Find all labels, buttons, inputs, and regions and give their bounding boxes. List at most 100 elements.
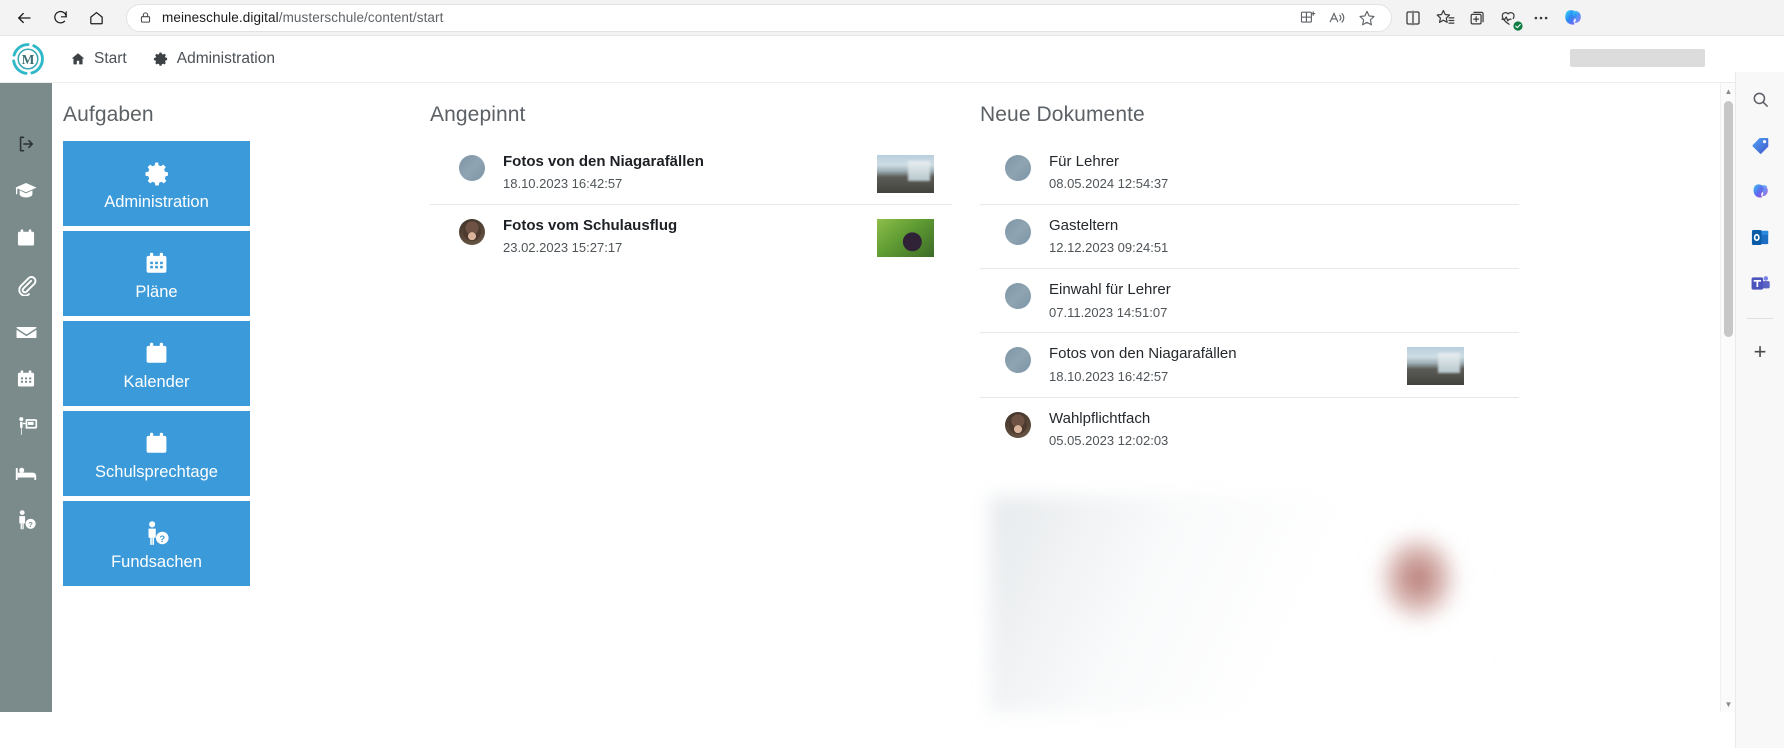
teacher-board-icon[interactable] <box>11 411 41 441</box>
search-icon[interactable] <box>1745 84 1775 114</box>
copilot-icon[interactable] <box>1745 176 1775 206</box>
page-viewport: M Start Administration ? Aufgaben Admini… <box>0 36 1784 748</box>
sidebar-divider <box>1747 318 1773 319</box>
list-item[interactable]: Fotos von den Niagarafällen 18.10.2023 1… <box>980 333 1519 398</box>
list-item-main: Fotos von den Niagarafällen 18.10.2023 1… <box>1049 343 1407 385</box>
list-item-timestamp: 08.05.2024 12:54:37 <box>1049 176 1169 192</box>
home-icon <box>71 53 85 65</box>
copilot-glyph-icon <box>1565 9 1581 25</box>
task-button-plaene-label: Pläne <box>135 282 178 301</box>
split-window-icon[interactable] <box>1398 3 1428 33</box>
list-item-main: Einwahl für Lehrer 07.11.2023 14:51:07 <box>1049 279 1519 321</box>
list-item-timestamp: 12.12.2023 09:24:51 <box>1049 240 1169 256</box>
person-question-icon[interactable]: ? <box>11 505 41 535</box>
avatar <box>1005 219 1031 246</box>
thumbnail-image <box>877 219 934 258</box>
list-item-main: Fotos vom Schulausflug 23.02.2023 15:27:… <box>503 215 877 257</box>
task-button-fundsachen[interactable]: ? Fundsachen <box>63 501 250 586</box>
read-aloud-icon[interactable] <box>1323 4 1351 32</box>
favorite-star-icon[interactable] <box>1353 4 1381 32</box>
calendar-days-icon <box>143 247 170 281</box>
outlook-icon[interactable] <box>1745 222 1775 252</box>
list-item[interactable]: Wahlpflichtfach 05.05.2023 12:02:03 <box>980 398 1519 461</box>
task-button-kalender[interactable]: Kalender <box>63 321 250 406</box>
task-button-administration[interactable]: Administration <box>63 141 250 226</box>
list-item-timestamp: 07.11.2023 14:51:07 <box>1049 304 1168 320</box>
url-text: meineschule.digital/musterschule/content… <box>162 10 444 25</box>
documents-list: Für Lehrer 08.05.2024 12:54:37 Gastelter… <box>980 141 1519 461</box>
scrollbar-thumb[interactable] <box>1724 101 1733 337</box>
avatar <box>459 219 485 246</box>
scroll-up-arrow-icon[interactable]: ▲ <box>1721 83 1736 99</box>
browser-essentials-icon[interactable] <box>1494 3 1524 33</box>
task-button-fundsachen-label: Fundsachen <box>111 552 202 571</box>
tasks-title: Aufgaben <box>63 103 154 126</box>
list-item-main: Wahlpflichtfach 05.05.2023 12:02:03 <box>1049 408 1519 450</box>
settings-more-icon[interactable] <box>1526 3 1556 33</box>
list-item[interactable]: Für Lehrer 08.05.2024 12:54:37 <box>980 141 1519 206</box>
person-question-icon: ? <box>142 517 171 551</box>
list-item[interactable]: Gasteltern 12.12.2023 09:24:51 <box>980 205 1519 270</box>
task-button-schulsprechtage[interactable]: Schulsprechtage <box>63 411 250 496</box>
shopping-tag-icon[interactable] <box>1745 130 1775 160</box>
favorites-list-icon[interactable] <box>1430 3 1460 33</box>
header-user-placeholder <box>1570 49 1705 67</box>
url-host: meineschule.digital <box>162 10 279 25</box>
calendar-blank-icon <box>143 427 170 461</box>
list-item[interactable]: Einwahl für Lehrer 07.11.2023 14:51:07 <box>980 269 1519 334</box>
teams-icon[interactable] <box>1745 268 1775 298</box>
avatar <box>459 155 485 181</box>
browser-toolbar: meineschule.digital/musterschule/content… <box>0 0 1784 36</box>
gear-icon <box>153 52 167 66</box>
task-button-plaene[interactable]: Pläne <box>63 231 250 316</box>
page-scrollbar[interactable]: ▲ ▼ <box>1720 83 1735 712</box>
list-item-timestamp: 23.02.2023 15:27:17 <box>503 240 623 256</box>
copilot-icon[interactable] <box>1558 3 1588 33</box>
list-item-main: Für Lehrer 08.05.2024 12:54:37 <box>1049 151 1519 193</box>
home-button[interactable] <box>80 2 112 34</box>
home-icon <box>89 11 103 25</box>
svg-text:?: ? <box>28 520 33 529</box>
add-sidebar-app-button[interactable]: + <box>1745 337 1775 367</box>
omnibox-actions <box>1293 4 1381 32</box>
pinned-list: Fotos von den Niagarafällen 18.10.2023 1… <box>430 141 952 268</box>
nav-item-start[interactable]: Start <box>70 50 127 68</box>
list-item[interactable]: Fotos von den Niagarafällen 18.10.2023 1… <box>430 141 952 206</box>
split-screen-icon[interactable] <box>1293 4 1321 32</box>
list-item-title: Gasteltern <box>1049 217 1119 235</box>
list-item-main: Gasteltern 12.12.2023 09:24:51 <box>1049 215 1519 257</box>
app-nav: Start Administration <box>70 50 275 68</box>
address-bar[interactable]: meineschule.digital/musterschule/content… <box>126 3 1392 32</box>
bed-icon[interactable] <box>11 458 41 488</box>
essentials-check-badge <box>1513 20 1523 31</box>
calendar-blank-icon[interactable] <box>11 223 41 253</box>
calendar-blank-icon <box>143 337 170 371</box>
scroll-down-arrow-icon[interactable]: ▼ <box>1721 696 1736 712</box>
list-item-main: Fotos von den Niagarafällen 18.10.2023 1… <box>503 151 877 193</box>
nav-item-administration-label: Administration <box>176 50 275 67</box>
task-button-administration-label: Administration <box>104 192 209 211</box>
back-arrow-icon <box>18 12 31 23</box>
thumbnail-image <box>1407 347 1464 386</box>
lock-icon <box>139 11 152 24</box>
back-button[interactable] <box>8 2 40 34</box>
avatar <box>1005 411 1031 438</box>
list-item[interactable]: Fotos vom Schulausflug 23.02.2023 15:27:… <box>430 205 952 268</box>
avatar <box>1005 347 1031 374</box>
list-item-timestamp: 18.10.2023 16:42:57 <box>503 176 623 192</box>
svg-text:?: ? <box>159 533 165 544</box>
sign-out-icon[interactable] <box>11 129 41 159</box>
list-item-timestamp: 18.10.2023 16:42:57 <box>1049 368 1169 384</box>
list-item-title: Für Lehrer <box>1049 153 1120 170</box>
envelope-icon[interactable] <box>11 317 41 347</box>
refresh-button[interactable] <box>44 2 76 34</box>
collections-icon[interactable] <box>1462 3 1492 33</box>
graduation-cap-icon[interactable] <box>11 176 41 206</box>
meineschule-logo[interactable]: M <box>10 41 46 77</box>
nav-item-administration[interactable]: Administration <box>153 50 275 68</box>
plus-icon: + <box>1753 339 1767 364</box>
calendar-days-icon[interactable] <box>11 364 41 394</box>
list-item-title: Wahlpflichtfach <box>1049 409 1151 427</box>
app-header: M Start Administration <box>0 36 1735 83</box>
paperclip-icon[interactable] <box>11 270 41 300</box>
